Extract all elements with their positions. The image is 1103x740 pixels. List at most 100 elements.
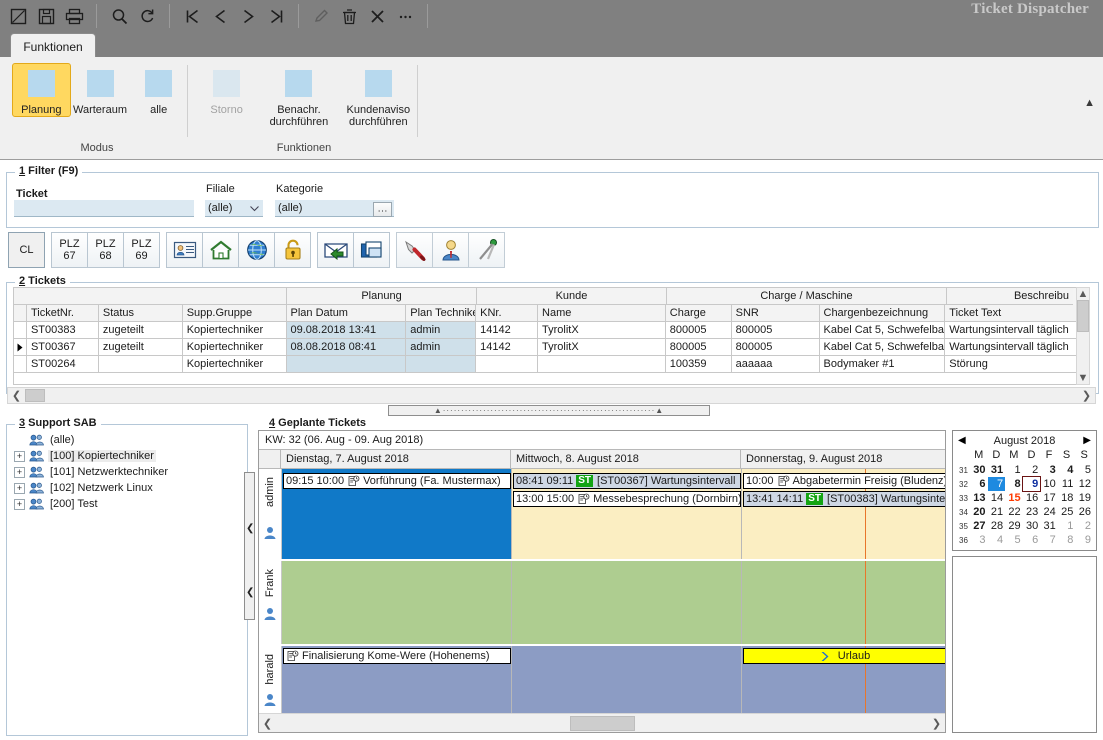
col-tickettext[interactable]: Ticket Text [945, 305, 1089, 322]
table-row[interactable]: ST00383 zugeteilt Kopiertechniker 09.08.… [14, 322, 1089, 339]
day-cell[interactable]: 2 [1075, 519, 1093, 533]
day-cell[interactable]: 2 [1023, 463, 1041, 477]
tree-node-netzwerktechniker[interactable]: + [101] Netzwerktechniker [14, 464, 238, 480]
mini-calendar-grid[interactable]: M D M D F S S 31 30 31 1 2 3 4 5 32 6 7 … [956, 448, 1093, 547]
search-icon[interactable] [106, 3, 132, 29]
close-icon[interactable] [364, 3, 390, 29]
filiale-select[interactable]: (alle) [205, 200, 263, 217]
splitter-collapse-left-icon-2[interactable]: ❮ [246, 588, 254, 598]
next-record-icon[interactable] [235, 3, 261, 29]
plz68-button[interactable]: PLZ 68 [87, 232, 124, 268]
day-cell[interactable]: 21 [988, 505, 1006, 519]
cl-button[interactable]: CL [8, 232, 45, 268]
day-cell[interactable]: 18 [1058, 491, 1076, 505]
day-cell[interactable]: 12 [1075, 477, 1093, 491]
resource-lane-body-frank[interactable] [282, 561, 945, 644]
day-cell[interactable]: 28 [988, 519, 1006, 533]
edit-icon[interactable] [308, 3, 334, 29]
ticket-input[interactable] [14, 200, 194, 217]
day-cell-focused[interactable]: 9 [1021, 476, 1042, 492]
day-cell[interactable]: 5 [1005, 533, 1023, 547]
day-cell-selected[interactable]: 7 [987, 477, 1006, 491]
day-cell[interactable]: 11 [1058, 477, 1076, 491]
expand-icon[interactable]: + [14, 498, 25, 510]
home-icon[interactable] [202, 232, 239, 268]
day-header-dienstag[interactable]: Dienstag, 7. August 2018 [281, 450, 511, 468]
day-header-donnerstag[interactable]: Donnerstag, 9. August 2018 [741, 450, 945, 468]
day-cell[interactable]: 30 [1023, 519, 1041, 533]
day-cell[interactable]: 8 [1058, 533, 1076, 547]
kategorie-select[interactable]: (alle) ⋯ [275, 200, 394, 217]
appointment-vorfuehrung[interactable]: 09:15 10:00 Vorführung (Fa. Mustermax) [283, 473, 511, 489]
day-cell[interactable]: 17 [1040, 491, 1058, 505]
tickets-vscrollbar[interactable]: ▲ ▼ [1076, 287, 1090, 385]
resource-header-frank[interactable]: Frank [259, 561, 282, 644]
splitter-collapse-left-icon[interactable]: ❮ [246, 524, 254, 534]
scroll-up-icon[interactable]: ▲ [1077, 288, 1089, 300]
day-cell[interactable]: 9 [1075, 533, 1093, 547]
tickets-hscroll-thumb[interactable] [25, 389, 45, 402]
resource-header-admin[interactable]: admin [259, 469, 282, 559]
scroll-left-icon[interactable]: ❮ [8, 389, 25, 402]
expand-icon[interactable]: + [14, 450, 25, 462]
day-cell[interactable]: 25 [1058, 505, 1076, 519]
ribbon-item-kundenaviso[interactable]: Kundenaviso durchführen [339, 63, 418, 129]
scheduler[interactable]: KW: 32 (06. Aug - 09. Aug 2018) Dienstag… [258, 430, 946, 733]
day-cell-frank-0[interactable] [282, 561, 512, 644]
appointment-messebesprechung[interactable]: 13:00 15:00 Messebesprechung (Dornbirn) [513, 491, 741, 507]
day-cell[interactable]: 4 [988, 533, 1006, 547]
day-cell[interactable]: 19 [1075, 491, 1093, 505]
plz67-button[interactable]: PLZ 67 [51, 232, 88, 268]
col-name[interactable]: Name [538, 305, 666, 322]
tree-node-kopiertechniker[interactable]: + [100] Kopiertechniker [14, 448, 238, 464]
col-status[interactable]: Status [98, 305, 183, 322]
day-cell[interactable]: 4 [1058, 463, 1076, 477]
table-row[interactable]: ST00367 zugeteilt Kopiertechniker 08.08.… [14, 339, 1089, 356]
day-cell[interactable]: 6 [970, 477, 988, 491]
expand-icon[interactable]: + [14, 466, 25, 478]
scheduler-hscrollbar[interactable]: ❮ ❯ [259, 713, 945, 732]
horizontal-splitter[interactable]: ▲·······································… [388, 405, 710, 416]
contact-card-icon[interactable] [166, 232, 203, 268]
tickets-vscroll-thumb[interactable] [1077, 300, 1089, 332]
ribbon-item-planung[interactable]: Planung [12, 63, 71, 117]
day-cell[interactable]: 31 [1040, 519, 1058, 533]
day-cell[interactable]: 14 [988, 491, 1006, 505]
day-header-mittwoch[interactable]: Mittwoch, 8. August 2018 [511, 450, 741, 468]
compass-icon[interactable] [468, 232, 505, 268]
mini-calendar[interactable]: ◀ August 2018 ▶ M D M D F S S 31 30 31 1… [952, 430, 1097, 551]
appointment-abgabetermin[interactable]: 10:00 Abgabetermin Freisig (Bludenz) [743, 473, 945, 489]
day-cell-frank-2[interactable] [742, 561, 945, 644]
scheduler-hscroll-thumb[interactable] [569, 715, 635, 731]
tree-node-alle[interactable]: (alle) [14, 432, 238, 448]
col-ticketnr[interactable]: TicketNr. [26, 305, 99, 322]
scroll-left-icon[interactable]: ❮ [259, 717, 276, 730]
vertical-splitter[interactable]: ❮ ❮ [244, 472, 255, 620]
ribbon-item-alle[interactable]: alle [129, 63, 188, 117]
col-chargenbezeichnung[interactable]: Chargenbezeichnung [819, 305, 946, 322]
ribbon-item-benachr[interactable]: Benachr. durchführen [259, 63, 338, 129]
ellipsis-icon[interactable]: ⋯ [373, 202, 392, 217]
day-cell[interactable]: 30 [970, 463, 988, 477]
ribbon-item-storno[interactable]: Storno [194, 63, 259, 117]
tickets-grid[interactable]: Planung Kunde Charge / Maschine Beschrei… [13, 287, 1090, 385]
col-plandatum[interactable]: Plan Datum [286, 305, 407, 322]
day-cell[interactable]: 6 [1023, 533, 1041, 547]
day-cell-today[interactable]: 15 [1005, 491, 1023, 505]
prev-month-icon[interactable]: ◀ [958, 435, 966, 446]
plz69-button[interactable]: PLZ 69 [123, 232, 160, 268]
more-icon[interactable] [392, 3, 418, 29]
refresh-icon[interactable] [134, 3, 160, 29]
day-cell[interactable]: 13 [970, 491, 988, 505]
day-cell[interactable]: 1 [1058, 519, 1076, 533]
day-cell[interactable]: 31 [988, 463, 1006, 477]
day-cell[interactable]: 24 [1040, 505, 1058, 519]
last-record-icon[interactable] [263, 3, 289, 29]
day-cell[interactable]: 26 [1075, 505, 1093, 519]
delete-icon[interactable] [336, 3, 362, 29]
col-plantechniker[interactable]: Plan Techniker [406, 305, 477, 322]
lock-icon[interactable] [274, 232, 311, 268]
ribbon-item-warteraum[interactable]: Warteraum [71, 63, 130, 117]
scroll-right-icon[interactable]: ❯ [1078, 389, 1095, 402]
screwdriver-icon[interactable] [396, 232, 433, 268]
